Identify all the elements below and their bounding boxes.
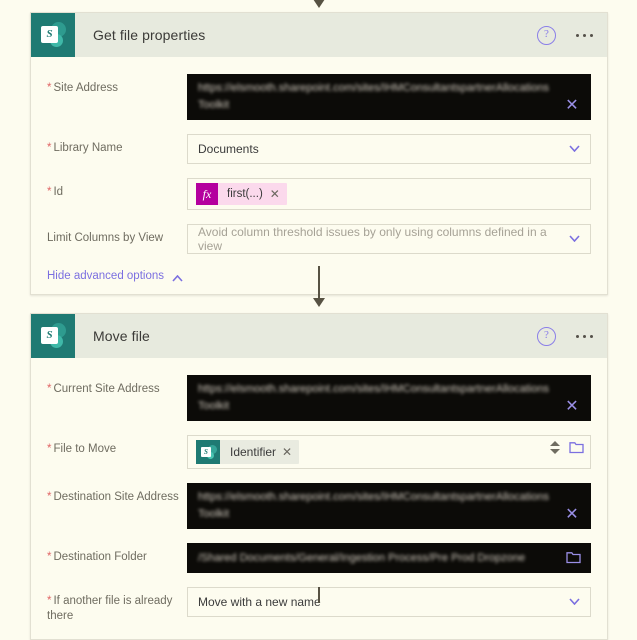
- close-icon[interactable]: ✕: [564, 507, 580, 523]
- destination-folder-input[interactable]: /Shared Documents/General/Ingestion Proc…: [187, 543, 591, 573]
- field-control: https://elsmooth.sharepoint.com/sites/IH…: [187, 74, 591, 120]
- fx-icon: fx: [196, 183, 218, 205]
- field-control: https://elsmooth.sharepoint.com/sites/IH…: [187, 375, 591, 421]
- close-icon[interactable]: ✕: [282, 441, 299, 463]
- card-header-actions: ?: [537, 13, 595, 57]
- card-title: Get file properties: [93, 27, 206, 43]
- connector-line: [317, 587, 320, 603]
- library-name-select[interactable]: Documents: [187, 134, 591, 164]
- card-header[interactable]: S Move file ?: [31, 314, 607, 358]
- close-icon[interactable]: ✕: [564, 98, 580, 114]
- spinner-updown-icon[interactable]: [550, 441, 560, 454]
- field-control: /Shared Documents/General/Ingestion Proc…: [187, 543, 591, 573]
- field-control: Avoid column threshold issues by only us…: [187, 224, 591, 254]
- required-asterisk: *: [47, 82, 52, 94]
- redacted-value: https://elsmooth.sharepoint.com/sites/IH…: [198, 491, 549, 520]
- field-row-site-address: * Site Address https://elsmooth.sharepoin…: [47, 67, 591, 127]
- expression-token[interactable]: fx first(...) ✕: [196, 183, 287, 205]
- card-header-actions: ?: [537, 314, 595, 358]
- file-to-move-input[interactable]: S Identifier ✕: [187, 435, 591, 469]
- folder-picker-icon[interactable]: [569, 441, 584, 454]
- chevron-down-icon[interactable]: [569, 145, 580, 152]
- sharepoint-icon: S: [31, 13, 75, 57]
- field-row-limit-columns-by-view: Limit Columns by View Avoid column thres…: [47, 217, 591, 261]
- close-icon[interactable]: ✕: [270, 183, 287, 205]
- ellipsis-icon[interactable]: [574, 30, 595, 41]
- redacted-value: https://elsmooth.sharepoint.com/sites/IH…: [198, 383, 549, 412]
- field-label: * Destination Folder: [47, 551, 147, 563]
- sharepoint-icon: S: [196, 440, 220, 464]
- field-control: fx first(...) ✕: [187, 178, 591, 210]
- select-placeholder: Avoid column threshold issues by only us…: [198, 225, 547, 253]
- field-label: * Library Name: [47, 142, 123, 154]
- current-site-address-input[interactable]: https://elsmooth.sharepoint.com/sites/IH…: [187, 375, 591, 421]
- card-body: * Site Address https://elsmooth.sharepoin…: [31, 57, 607, 294]
- close-icon[interactable]: ✕: [564, 399, 580, 415]
- help-circle-icon[interactable]: ?: [537, 25, 556, 45]
- field-row-destination-folder: * Destination Folder /Shared Documents/Ge…: [47, 536, 591, 580]
- connector-arrow-top: [0, 0, 637, 8]
- connector-line: [317, 266, 320, 299]
- field-label: Limit Columns by View: [47, 232, 164, 244]
- field-row-library-name: * Library Name Documents: [47, 127, 591, 171]
- redacted-value: https://elsmooth.sharepoint.com/sites/IH…: [198, 82, 549, 111]
- card-header[interactable]: S Get file properties ?: [31, 13, 607, 57]
- field-label: * Destination Site Address: [47, 491, 179, 503]
- connector-arrowhead: [312, 0, 325, 8]
- field-trailing-controls: [550, 441, 584, 454]
- required-asterisk: *: [47, 383, 52, 395]
- connector-arrowhead: [312, 298, 325, 307]
- redacted-value: /Shared Documents/General/Ingestion Proc…: [198, 551, 526, 564]
- field-label: * File to Move: [47, 443, 117, 455]
- field-control: S Identifier ✕: [187, 435, 591, 469]
- connector-line-bottom: [0, 587, 637, 603]
- connector-arrow-middle: [0, 266, 637, 314]
- folder-picker-icon[interactable]: [566, 551, 581, 564]
- sharepoint-icon: S: [31, 314, 75, 358]
- required-asterisk: *: [47, 186, 52, 198]
- field-control: https://elsmooth.sharepoint.com/sites/IH…: [187, 483, 591, 529]
- required-asterisk: *: [47, 551, 52, 563]
- required-asterisk: *: [47, 443, 52, 455]
- flow-designer-canvas: S Get file properties ? * Site Address ht…: [0, 0, 637, 640]
- required-asterisk: *: [47, 142, 52, 154]
- field-label: * Id: [47, 186, 64, 198]
- token-label: Identifier: [230, 445, 277, 459]
- limit-columns-by-view-select[interactable]: Avoid column threshold issues by only us…: [187, 224, 591, 254]
- action-card-get-file-properties[interactable]: S Get file properties ? * Site Address ht…: [30, 12, 608, 295]
- card-title: Move file: [93, 328, 150, 344]
- help-circle-icon[interactable]: ?: [537, 326, 556, 346]
- ellipsis-icon[interactable]: [574, 331, 595, 342]
- dynamic-content-token[interactable]: S Identifier ✕: [196, 440, 300, 464]
- token-label: first(...): [227, 188, 263, 200]
- field-label: * Site Address: [47, 82, 119, 94]
- field-row-current-site-address: * Current Site Address https://elsmooth.s…: [47, 368, 591, 428]
- select-value: Documents: [198, 142, 259, 156]
- field-row-id: * Id fx first(...) ✕: [47, 171, 591, 217]
- field-control: Documents: [187, 134, 591, 164]
- required-asterisk: *: [47, 491, 52, 503]
- field-label: * Current Site Address: [47, 383, 160, 395]
- destination-site-address-input[interactable]: https://elsmooth.sharepoint.com/sites/IH…: [187, 483, 591, 529]
- chevron-down-icon[interactable]: [569, 235, 580, 242]
- site-address-input[interactable]: https://elsmooth.sharepoint.com/sites/IH…: [187, 74, 591, 120]
- id-input[interactable]: fx first(...) ✕: [187, 178, 591, 210]
- field-row-file-to-move: * File to Move S Identifier ✕: [47, 428, 591, 476]
- field-row-destination-site-address: * Destination Site Address https://elsmoo…: [47, 476, 591, 536]
